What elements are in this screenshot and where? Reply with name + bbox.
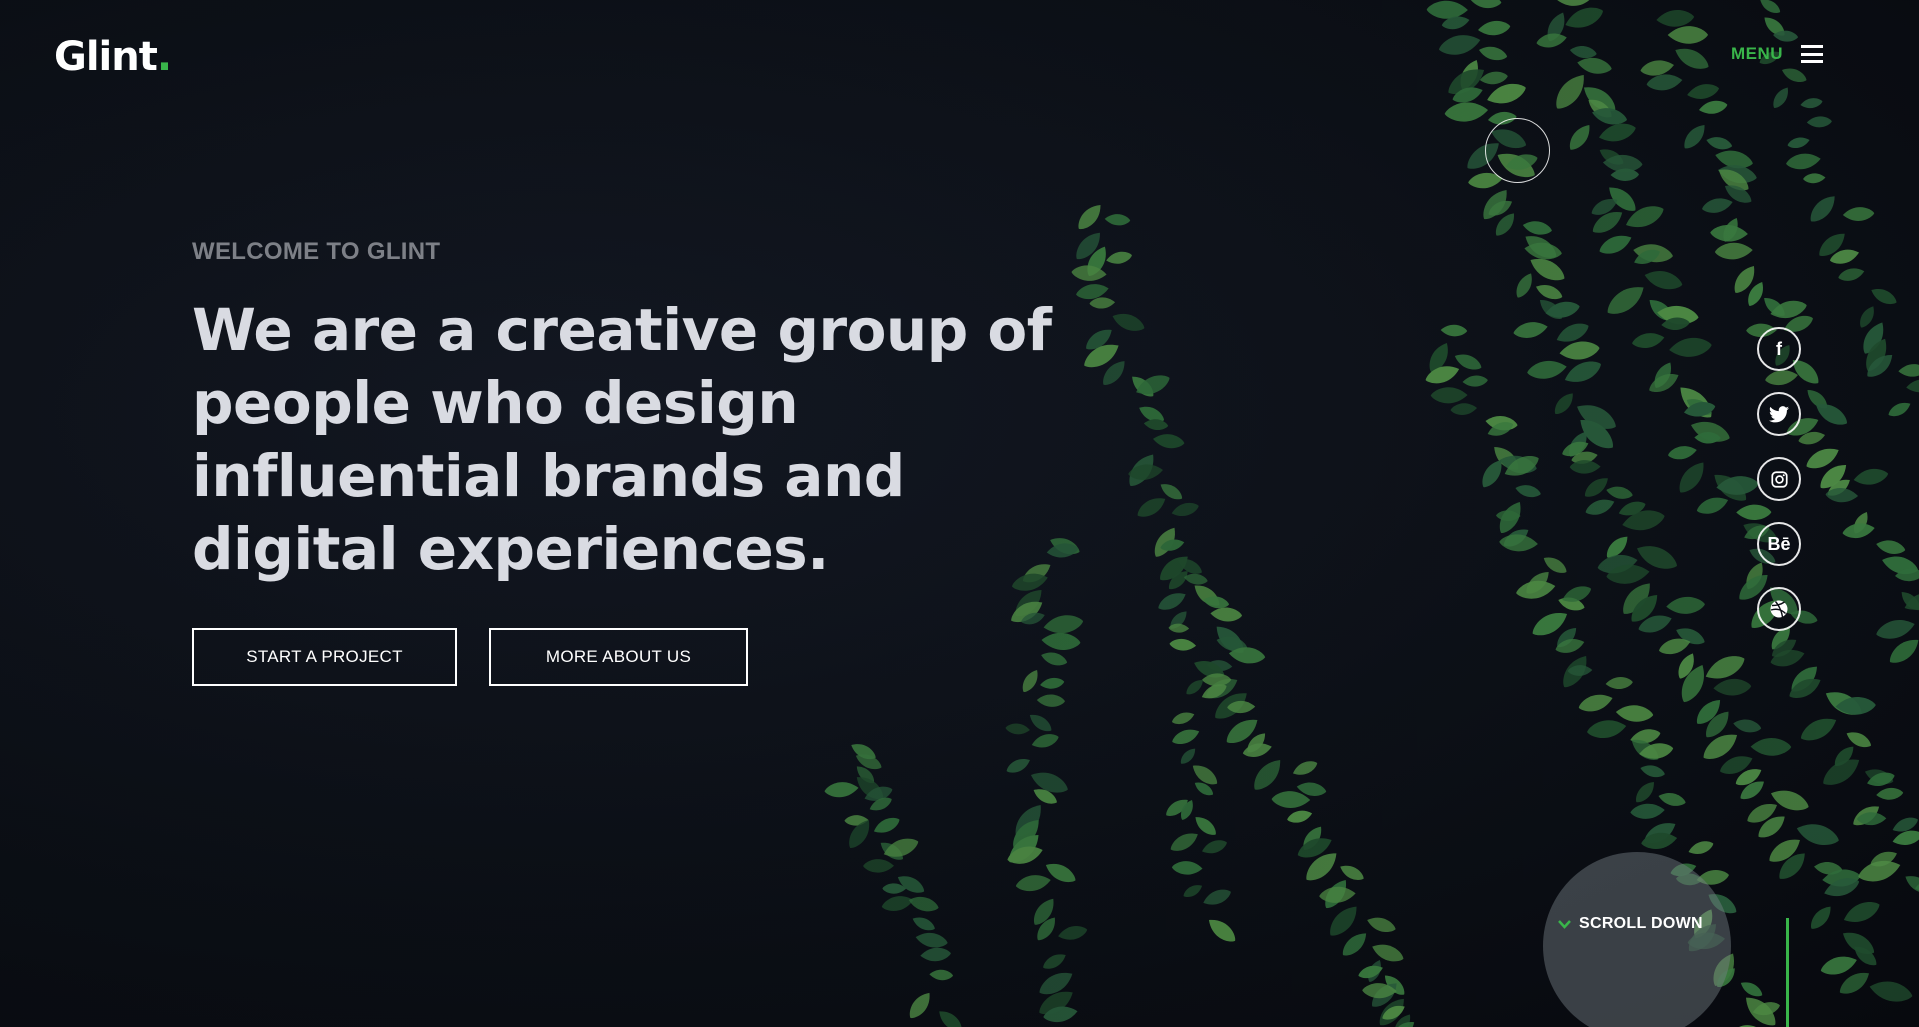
more-about-us-button[interactable]: MORE ABOUT US [489,628,748,686]
hero-eyebrow: WELCOME TO GLINT [192,238,441,265]
hamburger-icon [1801,45,1823,63]
menu-toggle[interactable]: MENU [1731,44,1823,64]
menu-label: MENU [1730,44,1783,63]
logo-text: Glint [54,34,158,80]
behance-icon: Bē [1767,533,1791,554]
instagram-link[interactable] [1757,457,1801,501]
site-logo[interactable]: Glint. [54,32,172,82]
start-project-button[interactable]: START A PROJECT [192,628,457,686]
social-links: f Bē [1757,327,1801,631]
hero-headline: We are a creative group of people who de… [192,296,1052,583]
hero-section: Glint. MENU WELCOME TO GLINT We are a cr… [0,0,1919,1027]
scroll-down-link[interactable]: SCROLL DOWN [1558,915,1703,933]
scroll-circle [1543,852,1731,1027]
hero-content: WELCOME TO GLINT We are a creative group… [192,238,1142,686]
scroll-down-label: SCROLL DOWN [1579,915,1703,932]
chevron-down-icon [1558,920,1571,929]
logo-dot: . [156,34,172,80]
twitter-link[interactable] [1757,392,1801,436]
facebook-link[interactable]: f [1757,327,1801,371]
decorative-circle [1485,118,1550,183]
scroll-line [1786,918,1789,1027]
instagram-icon [1770,470,1788,488]
hero-buttons: START A PROJECT MORE ABOUT US [192,628,1142,686]
dribbble-link[interactable] [1757,587,1801,631]
twitter-icon [1769,405,1789,422]
facebook-icon: f [1776,338,1782,359]
behance-link[interactable]: Bē [1757,522,1801,566]
dribbble-icon [1770,600,1788,618]
